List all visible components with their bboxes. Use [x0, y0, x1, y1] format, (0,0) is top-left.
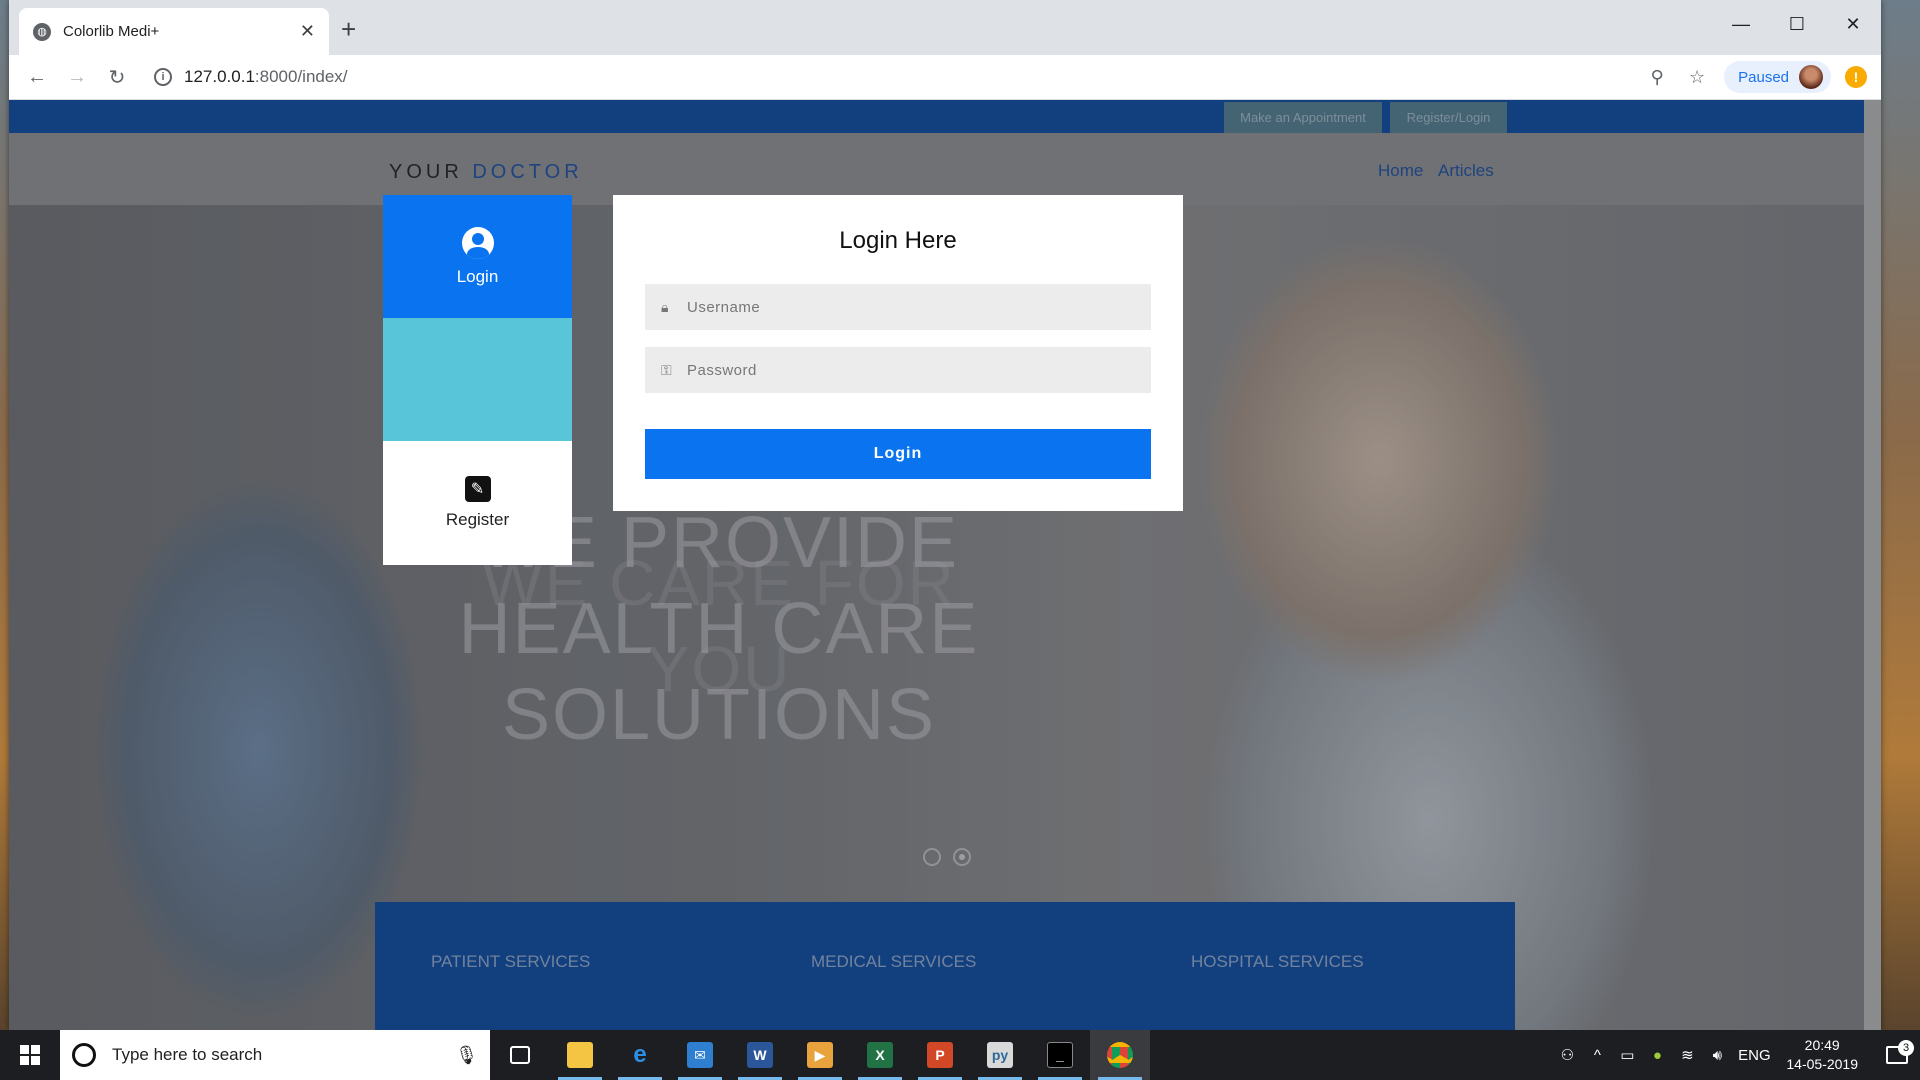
start-button[interactable]	[0, 1030, 60, 1080]
url-host: 127.0.0.1	[184, 67, 255, 86]
browser-toolbar: ← → ↻ i 127.0.0.1:8000/index/ ⚲ ☆ Paused…	[9, 55, 1881, 100]
clock-date: 14-05-2019	[1786, 1056, 1858, 1072]
excel-icon: X	[867, 1042, 893, 1068]
address-bar[interactable]: i 127.0.0.1:8000/index/	[154, 59, 1694, 95]
register-tab[interactable]: ✎ Register	[383, 441, 572, 565]
username-field[interactable]: 🔒︎ Username	[645, 284, 1151, 330]
tab-title: Colorlib Medi+	[63, 23, 160, 40]
new-tab-button[interactable]: +	[341, 16, 356, 42]
login-card: Login Here 🔒︎ Username ⚿ Password Login	[613, 195, 1183, 511]
edge-app[interactable]: e	[610, 1030, 670, 1080]
url-path: :8000/index/	[254, 67, 348, 86]
microphone-icon[interactable]: 🎙︎	[455, 1045, 478, 1066]
chevron-up-icon[interactable]: ^	[1582, 1047, 1612, 1064]
username-placeholder: Username	[687, 298, 761, 316]
register-tab-label: Register	[445, 510, 510, 529]
lock-icon: 🔒︎	[661, 298, 669, 315]
wifi-icon[interactable]: ≋	[1672, 1046, 1702, 1064]
browser-tab[interactable]: ◍ Colorlib Medi+ ✕	[19, 8, 329, 55]
avatar	[1799, 65, 1823, 89]
windows-taskbar: Type here to search 🎙︎ e ✉ W ▶ X P py _ …	[0, 1030, 1920, 1080]
window-controls: — ☐ ✕	[1713, 6, 1881, 42]
mail-icon: ✉	[687, 1042, 713, 1068]
task-view-button[interactable]	[490, 1030, 550, 1080]
login-title: Login Here	[839, 227, 957, 254]
task-view-icon	[510, 1046, 530, 1064]
close-window-button[interactable]: ✕	[1825, 6, 1881, 42]
search-placeholder: Type here to search	[112, 1045, 263, 1064]
word-app[interactable]: W	[730, 1030, 790, 1080]
web-page: Make an Appointment Register/Login YOUR …	[9, 100, 1881, 1030]
play-icon: ▶	[807, 1042, 833, 1068]
login-tab-label: Login	[456, 266, 499, 286]
browser-window: ◍ Colorlib Medi+ ✕ + — ☐ ✕ ← → ↻ i 127.0…	[9, 0, 1881, 1030]
cortana-icon	[72, 1043, 96, 1067]
people-icon[interactable]: ⚇	[1552, 1046, 1582, 1064]
clock[interactable]: 20:49 14-05-2019	[1786, 1036, 1858, 1074]
powerpoint-icon: P	[927, 1042, 953, 1068]
toolbar-actions: ⚲ ☆ Paused !	[1644, 61, 1867, 93]
taskbar-search[interactable]: Type here to search 🎙︎	[60, 1030, 490, 1080]
language-indicator[interactable]: ENG	[1732, 1047, 1776, 1064]
forward-arrow-icon[interactable]: →	[57, 66, 97, 89]
auth-side-tabs: Login ✎ Register	[383, 195, 572, 565]
maximize-button[interactable]: ☐	[1769, 6, 1825, 42]
password-placeholder: Password	[687, 361, 757, 379]
terminal-app[interactable]: _	[1030, 1030, 1090, 1080]
battery-icon[interactable]: ▭	[1612, 1046, 1642, 1064]
outlook-app[interactable]: ✉	[670, 1030, 730, 1080]
globe-icon: ◍	[33, 22, 51, 41]
chrome-icon	[1107, 1042, 1133, 1068]
chrome-app[interactable]	[1090, 1030, 1150, 1080]
windows-icon	[20, 1045, 40, 1065]
edge-icon: e	[633, 1041, 647, 1068]
excel-app[interactable]: X	[850, 1030, 910, 1080]
clock-time: 20:49	[1804, 1037, 1840, 1053]
tab-spacer	[383, 318, 572, 441]
zoom-icon[interactable]: ⚲	[1644, 67, 1670, 88]
back-arrow-icon[interactable]: ←	[17, 66, 57, 89]
python-icon: py	[987, 1042, 1013, 1068]
app-tray-icon[interactable]: ●	[1642, 1047, 1672, 1064]
tab-close-icon[interactable]: ✕	[300, 21, 315, 42]
volume-icon[interactable]: 🔊︎	[1702, 1047, 1732, 1064]
file-explorer-app[interactable]	[550, 1030, 610, 1080]
media-player-app[interactable]: ▶	[790, 1030, 850, 1080]
login-submit-button[interactable]: Login	[645, 429, 1151, 479]
action-center-button[interactable]: 3	[1874, 1040, 1920, 1064]
login-tab[interactable]: Login	[383, 195, 572, 318]
minimize-button[interactable]: —	[1713, 6, 1769, 42]
edit-icon: ✎	[464, 476, 491, 502]
star-icon[interactable]: ☆	[1684, 67, 1710, 88]
folder-icon	[567, 1042, 593, 1068]
reload-icon[interactable]: ↻	[97, 65, 137, 90]
system-tray: ⚇ ^ ▭ ● ≋ 🔊︎ ENG 20:49 14-05-2019 3	[1552, 1030, 1920, 1080]
tab-strip: ◍ Colorlib Medi+ ✕ + — ☐ ✕	[9, 0, 1881, 55]
notification-count: 3	[1898, 1040, 1914, 1056]
info-icon[interactable]: i	[154, 68, 172, 86]
key-icon: ⚿	[661, 361, 673, 378]
update-alert-icon[interactable]: !	[1845, 66, 1867, 88]
word-icon: W	[747, 1042, 773, 1068]
terminal-icon: _	[1047, 1042, 1073, 1068]
profile-chip[interactable]: Paused	[1724, 61, 1831, 93]
page-scrollbar[interactable]	[1864, 100, 1881, 1030]
python-app[interactable]: py	[970, 1030, 1030, 1080]
user-icon	[461, 226, 494, 259]
powerpoint-app[interactable]: P	[910, 1030, 970, 1080]
profile-status: Paused	[1738, 68, 1789, 86]
password-field[interactable]: ⚿ Password	[645, 347, 1151, 393]
